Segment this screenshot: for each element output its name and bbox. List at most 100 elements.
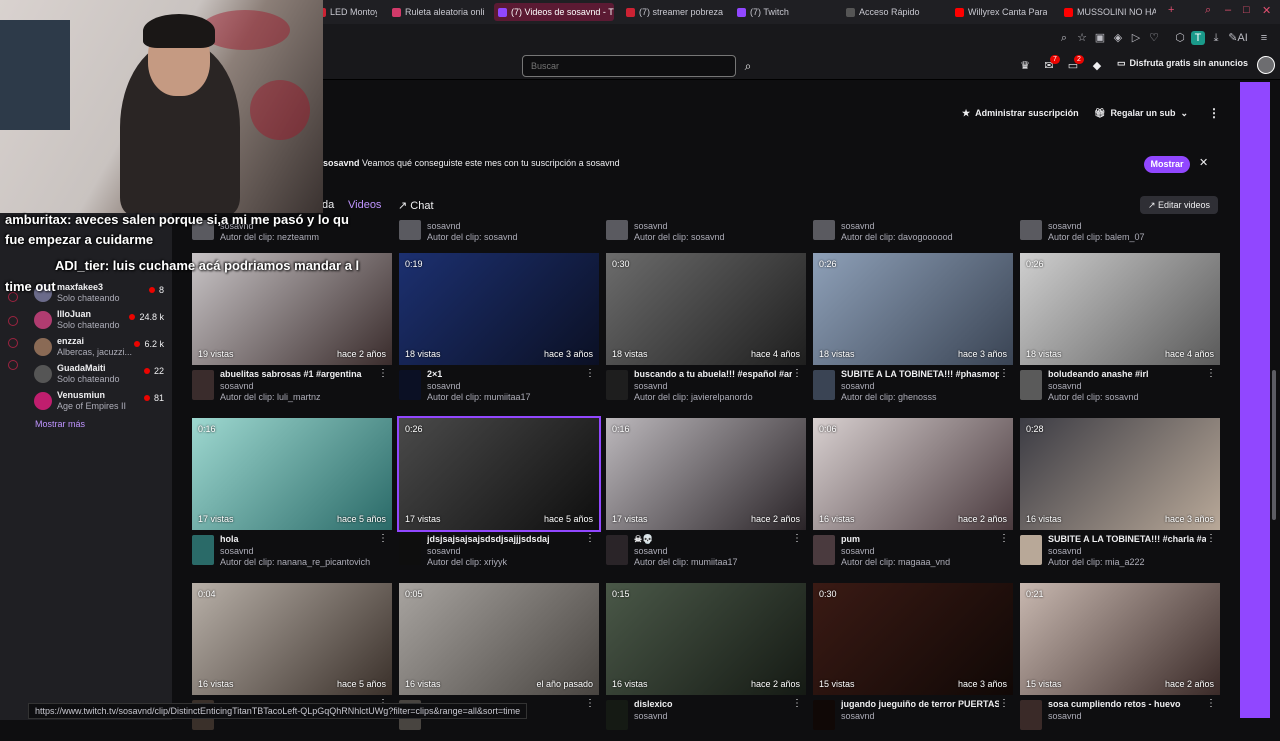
bits-icon[interactable]: ◆ xyxy=(1090,59,1104,73)
clip-avatar[interactable] xyxy=(813,370,835,400)
clip-title[interactable]: hola xyxy=(220,534,378,544)
clip-thumbnail[interactable]: 0:16 17 vistas hace 5 años xyxy=(192,418,392,530)
browser-tab[interactable]: Acceso Rápido xyxy=(842,3,932,21)
sidebar-channel[interactable]: IlloJuan Solo chateando 24.8 k xyxy=(34,309,168,335)
clip-meta-partial[interactable]: sosavnd Autor del clip: sosavnd xyxy=(606,216,806,242)
clip-title[interactable]: boludeando anashe #irl xyxy=(1048,369,1206,379)
new-tab-button[interactable]: + xyxy=(1168,4,1174,16)
more-options-icon[interactable]: ⋮ xyxy=(378,533,388,544)
clip-thumbnail[interactable]: 0:28 16 vistas hace 3 años xyxy=(1020,418,1220,530)
gift-sub-button[interactable]: 🎁︎ Regalar un sub ⌄ xyxy=(1094,104,1188,122)
clip-thumbnail[interactable]: 0:26 18 vistas hace 3 años xyxy=(813,253,1013,365)
browser-tab[interactable]: MUSSOLINI NO HAGA xyxy=(1060,3,1156,21)
clip-thumbnail[interactable]: 0:15 16 vistas hace 2 años xyxy=(606,583,806,695)
clip-card[interactable]: 0:26 18 vistas hace 4 años boludeando anash… xyxy=(1020,253,1220,411)
more-options-icon[interactable]: ⋮ xyxy=(792,533,802,544)
more-options-icon[interactable]: ⋮ xyxy=(585,698,595,709)
more-options-icon[interactable]: ⋮ xyxy=(999,368,1009,379)
clip-card[interactable]: 0:26 17 vistas hace 5 años jdsjsajsajsajsds… xyxy=(397,416,601,576)
clip-card[interactable]: 0:15 16 vistas hace 2 años dislexico sosavnd… xyxy=(606,583,806,741)
clip-thumbnail[interactable]: 0:26 17 vistas hace 5 años xyxy=(397,416,601,532)
clip-title[interactable]: pum xyxy=(841,534,999,544)
clip-thumbnail[interactable]: 0:16 17 vistas hace 2 años xyxy=(606,418,806,530)
screenshot-icon[interactable]: ▣ xyxy=(1093,31,1107,45)
clip-avatar[interactable] xyxy=(813,700,835,730)
more-options-icon[interactable]: ⋮ xyxy=(585,533,595,544)
rail-icon[interactable] xyxy=(8,360,18,370)
clip-thumbnail[interactable]: 0:26 18 vistas hace 4 años xyxy=(1020,253,1220,365)
clip-avatar[interactable] xyxy=(399,535,421,565)
clip-title[interactable]: SUBITE A LA TOBINETA!!! #phasmop... xyxy=(841,369,999,379)
clip-channel[interactable]: sosavnd xyxy=(634,381,668,391)
clip-card[interactable]: 0:28 16 vistas hace 3 años SUBITE A LA TOBI… xyxy=(1020,418,1220,576)
clip-card[interactable]: 0:30 18 vistas hace 4 años buscando a tu ab… xyxy=(606,253,806,411)
minimize-icon[interactable]: – xyxy=(1225,4,1231,16)
clip-card[interactable]: 0:21 15 vistas hace 2 años sosa cumpliendo … xyxy=(1020,583,1220,741)
tab-chat[interactable]: ↗ Chat xyxy=(398,199,434,212)
clip-channel[interactable]: sosavnd xyxy=(634,546,668,556)
clip-title[interactable]: jdsjsajsajsajsdsdjsajjjsdsdaj xyxy=(427,534,585,544)
browser-tab[interactable]: Ruleta aleatoria online xyxy=(388,3,484,21)
download-icon[interactable]: ⤓ xyxy=(1209,31,1223,45)
clip-avatar[interactable] xyxy=(606,370,628,400)
sidebar-channel[interactable]: enzzai Albercas, jacuzzi... 6.2 k xyxy=(34,336,168,362)
clip-title[interactable]: 2×1 xyxy=(427,369,585,379)
more-options-icon[interactable]: ⋮ xyxy=(999,533,1009,544)
clip-title[interactable]: buscando a tu abuela!!! #español #ar... xyxy=(634,369,792,379)
clip-channel[interactable]: sosavnd xyxy=(220,381,254,391)
extensions-icon[interactable]: ⬡ xyxy=(1173,31,1187,45)
crown-icon[interactable]: ♛ xyxy=(1018,59,1032,73)
play-icon[interactable]: ▷ xyxy=(1129,31,1143,45)
more-options-icon[interactable]: ⋮ xyxy=(792,698,802,709)
maximize-icon[interactable]: □ xyxy=(1243,4,1250,16)
zoom-icon[interactable]: ⌕ xyxy=(1057,31,1071,45)
close-icon[interactable]: ✕ xyxy=(1199,156,1208,169)
browser-tab[interactable]: (7) Twitch xyxy=(733,3,797,21)
clip-thumbnail[interactable]: 0:05 16 vistas el año pasado xyxy=(399,583,599,695)
rail-icon[interactable] xyxy=(8,316,18,326)
clip-card[interactable]: 0:19 18 vistas hace 3 años 2×1 sosavnd Autor … xyxy=(399,253,599,411)
clip-meta-partial[interactable]: sosavnd Autor del clip: davogoooood xyxy=(813,216,1013,242)
more-options-icon[interactable]: ⋮ xyxy=(378,368,388,379)
clip-card[interactable]: 19 vistas hace 2 años abuelitas sabrosas #… xyxy=(192,253,392,411)
browser-menu-icon[interactable]: ≡ xyxy=(1257,31,1271,45)
clip-channel[interactable]: sosavnd xyxy=(427,546,461,556)
clip-card[interactable]: 0:16 17 vistas hace 2 años ☠💀 sosavnd Autor d… xyxy=(606,418,806,576)
clip-meta-partial[interactable]: sosavnd Autor del clip: balem_07 xyxy=(1020,216,1220,242)
clip-channel[interactable]: sosavnd xyxy=(220,546,254,556)
close-window-icon[interactable]: ✕ xyxy=(1262,4,1271,17)
more-options-icon[interactable]: ⋮ xyxy=(792,368,802,379)
shield-icon[interactable]: ◈ xyxy=(1111,31,1125,45)
clip-card[interactable]: 0:16 17 vistas hace 5 años hola sosavnd Autor… xyxy=(192,418,392,576)
more-options-icon[interactable]: ⋮ xyxy=(1206,368,1216,379)
clip-title[interactable]: sosa cumpliendo retos - huevo xyxy=(1048,699,1206,709)
clip-meta-partial[interactable]: sosavnd Autor del clip: sosavnd xyxy=(399,216,599,242)
browser-tab[interactable]: (7) Videos de sosavnd - T xyxy=(494,3,614,21)
search-icon[interactable]: ⌕ xyxy=(738,55,758,77)
heart-icon[interactable]: ♡ xyxy=(1147,31,1161,45)
more-options-icon[interactable]: ⋮ xyxy=(999,698,1009,709)
page-scrollbar[interactable] xyxy=(1272,370,1276,520)
more-options-icon[interactable]: ⋮ xyxy=(1206,698,1216,709)
clip-thumbnail[interactable]: 0:30 18 vistas hace 4 años xyxy=(606,253,806,365)
bookmark-icon[interactable]: ☆ xyxy=(1075,31,1089,45)
clip-thumbnail[interactable]: 0:04 16 vistas hace 5 años xyxy=(192,583,392,695)
tab-partial[interactable]: da xyxy=(322,199,334,211)
clip-card[interactable]: 0:26 18 vistas hace 3 años SUBITE A LA TOBI… xyxy=(813,253,1013,411)
more-options-icon[interactable]: ⋮ xyxy=(1206,533,1216,544)
clip-title[interactable]: ☠💀 xyxy=(634,534,792,545)
browser-tab[interactable]: (7) streamer pobreza xyxy=(622,3,726,21)
clip-thumbnail[interactable]: 0:19 18 vistas hace 3 años xyxy=(399,253,599,365)
clip-avatar[interactable] xyxy=(399,370,421,400)
clip-avatar[interactable] xyxy=(192,370,214,400)
clip-channel[interactable]: sosavnd xyxy=(841,381,875,391)
clip-card[interactable]: 0:06 16 vistas hace 2 años pum sosavnd Autor … xyxy=(813,418,1013,576)
user-avatar[interactable] xyxy=(1257,56,1275,74)
more-options-icon[interactable]: ⋮ xyxy=(1208,104,1220,122)
edit-videos-button[interactable]: ↗ Editar videos xyxy=(1140,196,1218,214)
profile-extension-icon[interactable]: T xyxy=(1191,31,1205,45)
clip-avatar[interactable] xyxy=(1020,700,1042,730)
clip-card[interactable]: 0:30 15 vistas hace 3 años jugando jueguiño… xyxy=(813,583,1013,741)
more-options-icon[interactable]: ⋮ xyxy=(585,368,595,379)
clip-title[interactable]: SUBITE A LA TOBINETA!!! #charla #a... xyxy=(1048,534,1206,544)
